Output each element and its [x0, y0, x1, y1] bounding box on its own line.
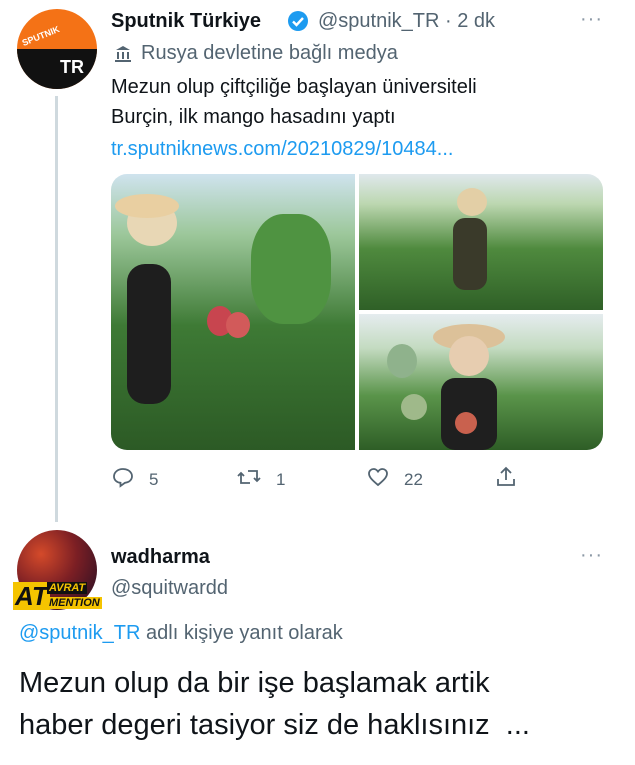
- reply-icon: [111, 465, 135, 494]
- heart-icon: [366, 465, 390, 494]
- like-button[interactable]: 22: [366, 465, 423, 494]
- share-icon[interactable]: [494, 465, 518, 494]
- photo-1[interactable]: [111, 174, 355, 450]
- photo-2[interactable]: [359, 174, 603, 310]
- tweet-text-line2: haber degeri tasiyor siz de haklısınız .…: [19, 709, 530, 741]
- tweet-text-line2: Burçin, ilk mango hasadını yaptı: [111, 106, 396, 128]
- verified-icon: [287, 10, 309, 32]
- photo-3[interactable]: [359, 314, 603, 450]
- retweet-count: 1: [276, 469, 286, 489]
- more-icon[interactable]: ···: [580, 8, 603, 31]
- handle[interactable]: @squitwardd: [111, 577, 228, 600]
- display-name[interactable]: wadharma: [111, 546, 210, 569]
- thread-line: [55, 96, 58, 522]
- reply-count: 5: [149, 469, 159, 489]
- government-media-icon: [113, 44, 133, 64]
- state-media-label[interactable]: Rusya devletine bağlı medya: [141, 42, 398, 65]
- retweet-button[interactable]: 1: [236, 465, 285, 494]
- more-icon[interactable]: ···: [580, 544, 603, 567]
- tweet-text-line1: Mezun olup çiftçiliğe başlayan üniversit…: [111, 76, 477, 98]
- avatar-logo-mention: MENTION: [47, 597, 102, 609]
- like-count: 22: [404, 469, 423, 489]
- reply-context: @sputnik_TR adlı kişiye yanıt olarak: [19, 622, 343, 645]
- reply-to-suffix: adlı kişiye yanıt olarak: [140, 622, 343, 644]
- avatar-logo-avrat: AVRAT: [47, 582, 88, 594]
- reply-button[interactable]: 5: [111, 465, 158, 494]
- tweet-text-line1: Mezun olup da bir işe başlamak artik: [19, 667, 490, 699]
- reply-to-handle[interactable]: @sputnik_TR: [19, 622, 140, 644]
- avatar[interactable]: SPUTNIK TR: [17, 9, 97, 89]
- avatar[interactable]: AT AVRAT MENTION: [13, 530, 109, 622]
- handle-time[interactable]: @sputnik_TR · 2 dk: [318, 10, 495, 33]
- media-grid: [111, 174, 603, 450]
- retweet-icon: [236, 465, 262, 494]
- avatar-logo-tr: TR: [60, 57, 84, 77]
- tweet-link[interactable]: tr.sputniknews.com/20210829/10484...: [111, 134, 453, 164]
- avatar-logo-text: SPUTNIK: [20, 23, 61, 49]
- display-name[interactable]: Sputnik Türkiye: [111, 10, 261, 33]
- avatar-logo-at: AT: [13, 581, 50, 611]
